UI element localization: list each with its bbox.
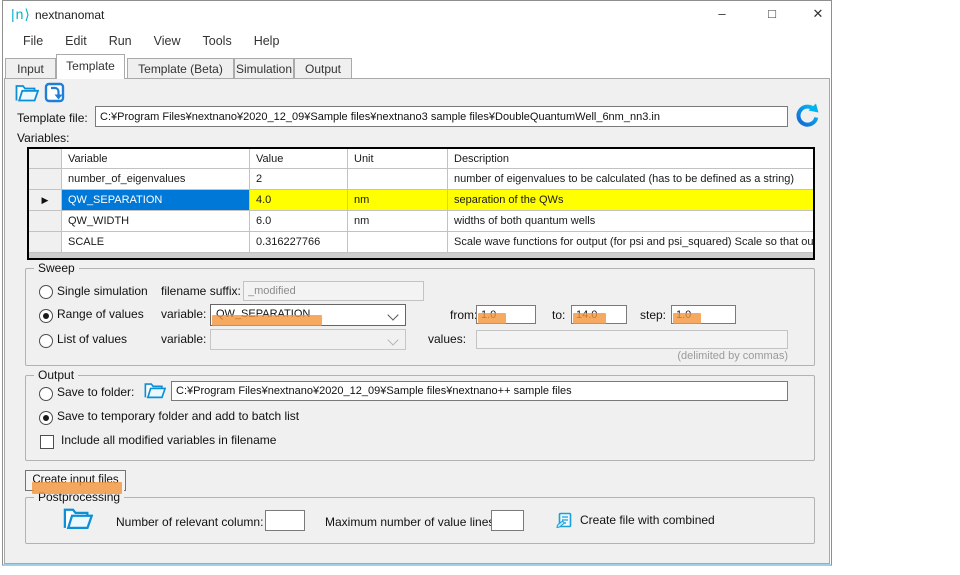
template-file-label: Template file: xyxy=(17,111,88,125)
cell-variable[interactable]: QW_SEPARATION xyxy=(62,190,250,211)
tab-template[interactable]: Template xyxy=(56,54,125,79)
menu-item-run[interactable]: Run xyxy=(109,29,132,54)
tab-input[interactable]: Input xyxy=(5,58,56,79)
output-group-title: Output xyxy=(34,368,78,382)
range-of-values-label: Range of values xyxy=(57,307,144,321)
cell-variable[interactable]: QW_WIDTH xyxy=(62,211,250,232)
list-variable-combobox[interactable] xyxy=(210,329,406,350)
sweep-group-title: Sweep xyxy=(34,261,79,275)
cell-value[interactable]: 6.0 xyxy=(250,211,348,232)
table-header-row: Variable Value Unit Description xyxy=(29,149,813,169)
combined-file-label: Create file with combined xyxy=(580,513,715,527)
row-selector[interactable] xyxy=(29,169,62,190)
values-hint: (delimited by commas) xyxy=(658,350,788,362)
save-to-temp-label: Save to temporary folder and add to batc… xyxy=(57,409,299,423)
cell-description[interactable]: separation of the QWs xyxy=(448,190,813,211)
step-label: step: xyxy=(640,308,666,322)
cell-description[interactable]: widths of both quantum wells xyxy=(448,211,813,232)
variables-table: Variable Value Unit Description number_o… xyxy=(27,147,815,260)
relevant-column-input[interactable] xyxy=(265,510,305,531)
filename-suffix-input[interactable] xyxy=(243,281,424,301)
menu-item-file[interactable]: File xyxy=(23,29,43,54)
load-template-icon[interactable] xyxy=(44,82,66,104)
chevron-down-icon xyxy=(387,334,398,345)
values-label: values: xyxy=(428,332,466,346)
cell-description[interactable]: Scale wave functions for output (for psi… xyxy=(448,232,813,253)
cell-description[interactable]: number of eigenvalues to be calculated (… xyxy=(448,169,813,190)
column-header-description[interactable]: Description xyxy=(448,149,813,169)
cell-unit[interactable]: nm xyxy=(348,190,448,211)
marker-highlight-variable xyxy=(212,315,322,326)
tab-simulation[interactable]: Simulation xyxy=(234,58,294,79)
cell-variable[interactable]: SCALE xyxy=(62,232,250,253)
list-variable-label: variable: xyxy=(161,332,206,346)
row-selector[interactable] xyxy=(29,232,62,253)
table-row-selected[interactable]: ▶ QW_SEPARATION 4.0 nm separation of the… xyxy=(29,190,813,211)
selected-row-marker-icon: ▶ xyxy=(42,195,49,205)
tab-template-beta[interactable]: Template (Beta) xyxy=(127,58,234,79)
column-header-value[interactable]: Value xyxy=(250,149,348,169)
from-label: from: xyxy=(450,308,477,322)
output-folder-input[interactable] xyxy=(171,381,788,401)
menu-item-help[interactable]: Help xyxy=(254,29,280,54)
cell-unit[interactable] xyxy=(348,232,448,253)
save-to-temp-radio[interactable] xyxy=(39,411,53,425)
chevron-down-icon xyxy=(387,309,398,320)
table-row[interactable]: QW_WIDTH 6.0 nm widths of both quantum w… xyxy=(29,211,813,232)
filename-suffix-label: filename suffix: xyxy=(161,284,241,298)
menu-item-tools[interactable]: Tools xyxy=(203,29,232,54)
browse-folder-icon[interactable] xyxy=(144,381,166,400)
table-row[interactable]: SCALE 0.316227766 Scale wave functions f… xyxy=(29,232,813,253)
maximize-button[interactable]: □ xyxy=(759,3,785,25)
row-selector[interactable]: ▶ xyxy=(29,190,62,211)
combined-file-icon[interactable] xyxy=(556,512,573,529)
marker-highlight-from xyxy=(478,313,506,324)
menu-item-edit[interactable]: Edit xyxy=(65,29,87,54)
list-of-values-radio[interactable] xyxy=(39,334,53,348)
menu-item-view[interactable]: View xyxy=(154,29,181,54)
menu-bar: File Edit Run View Tools Help xyxy=(3,29,301,54)
title-bar: |n⟩ nextnanomat – □ ✕ xyxy=(3,1,831,29)
table-horizontal-scrollbar[interactable] xyxy=(29,253,813,258)
postprocessing-folder-icon[interactable] xyxy=(63,505,93,532)
range-variable-label: variable: xyxy=(161,307,206,321)
variables-label: Variables: xyxy=(17,131,69,145)
cell-value[interactable]: 2 xyxy=(250,169,348,190)
refresh-template-icon[interactable] xyxy=(794,103,820,129)
tab-output[interactable]: Output xyxy=(294,58,352,79)
relevant-column-label: Number of relevant column: xyxy=(116,515,263,529)
cell-value[interactable]: 0.316227766 xyxy=(250,232,348,253)
row-selector[interactable] xyxy=(29,211,62,232)
save-to-folder-radio[interactable] xyxy=(39,387,53,401)
include-variables-checkbox[interactable] xyxy=(40,435,54,449)
minimize-button[interactable]: – xyxy=(709,3,735,25)
list-of-values-label: List of values xyxy=(57,332,127,346)
save-to-folder-label: Save to folder: xyxy=(57,385,134,399)
single-simulation-radio[interactable] xyxy=(39,285,53,299)
cell-unit[interactable]: nm xyxy=(348,211,448,232)
column-header-variable[interactable]: Variable xyxy=(62,149,250,169)
max-value-lines-label: Maximum number of value lines: xyxy=(325,515,498,529)
cell-variable[interactable]: number_of_eigenvalues xyxy=(62,169,250,190)
values-input[interactable] xyxy=(476,330,788,349)
cell-unit[interactable] xyxy=(348,169,448,190)
include-variables-label: Include all modified variables in filena… xyxy=(61,433,276,447)
row-selector-header xyxy=(29,149,62,169)
marker-highlight-step xyxy=(673,313,701,324)
to-label: to: xyxy=(552,308,565,322)
template-file-input[interactable] xyxy=(95,106,788,127)
app-window: |n⟩ nextnanomat – □ ✕ File Edit Run View… xyxy=(2,0,832,566)
marker-highlight-create-button xyxy=(32,482,122,494)
open-template-folder-icon[interactable] xyxy=(15,83,39,103)
marker-highlight-to xyxy=(573,313,606,324)
column-header-unit[interactable]: Unit xyxy=(348,149,448,169)
window-title: nextnanomat xyxy=(35,8,104,22)
close-button[interactable]: ✕ xyxy=(805,3,831,25)
range-of-values-radio[interactable] xyxy=(39,309,53,323)
nextnano-logo-icon: |n⟩ xyxy=(11,6,31,23)
single-simulation-label: Single simulation xyxy=(57,284,148,298)
cell-value[interactable]: 4.0 xyxy=(250,190,348,211)
max-value-lines-input[interactable] xyxy=(491,510,524,531)
table-row[interactable]: number_of_eigenvalues 2 number of eigenv… xyxy=(29,169,813,190)
